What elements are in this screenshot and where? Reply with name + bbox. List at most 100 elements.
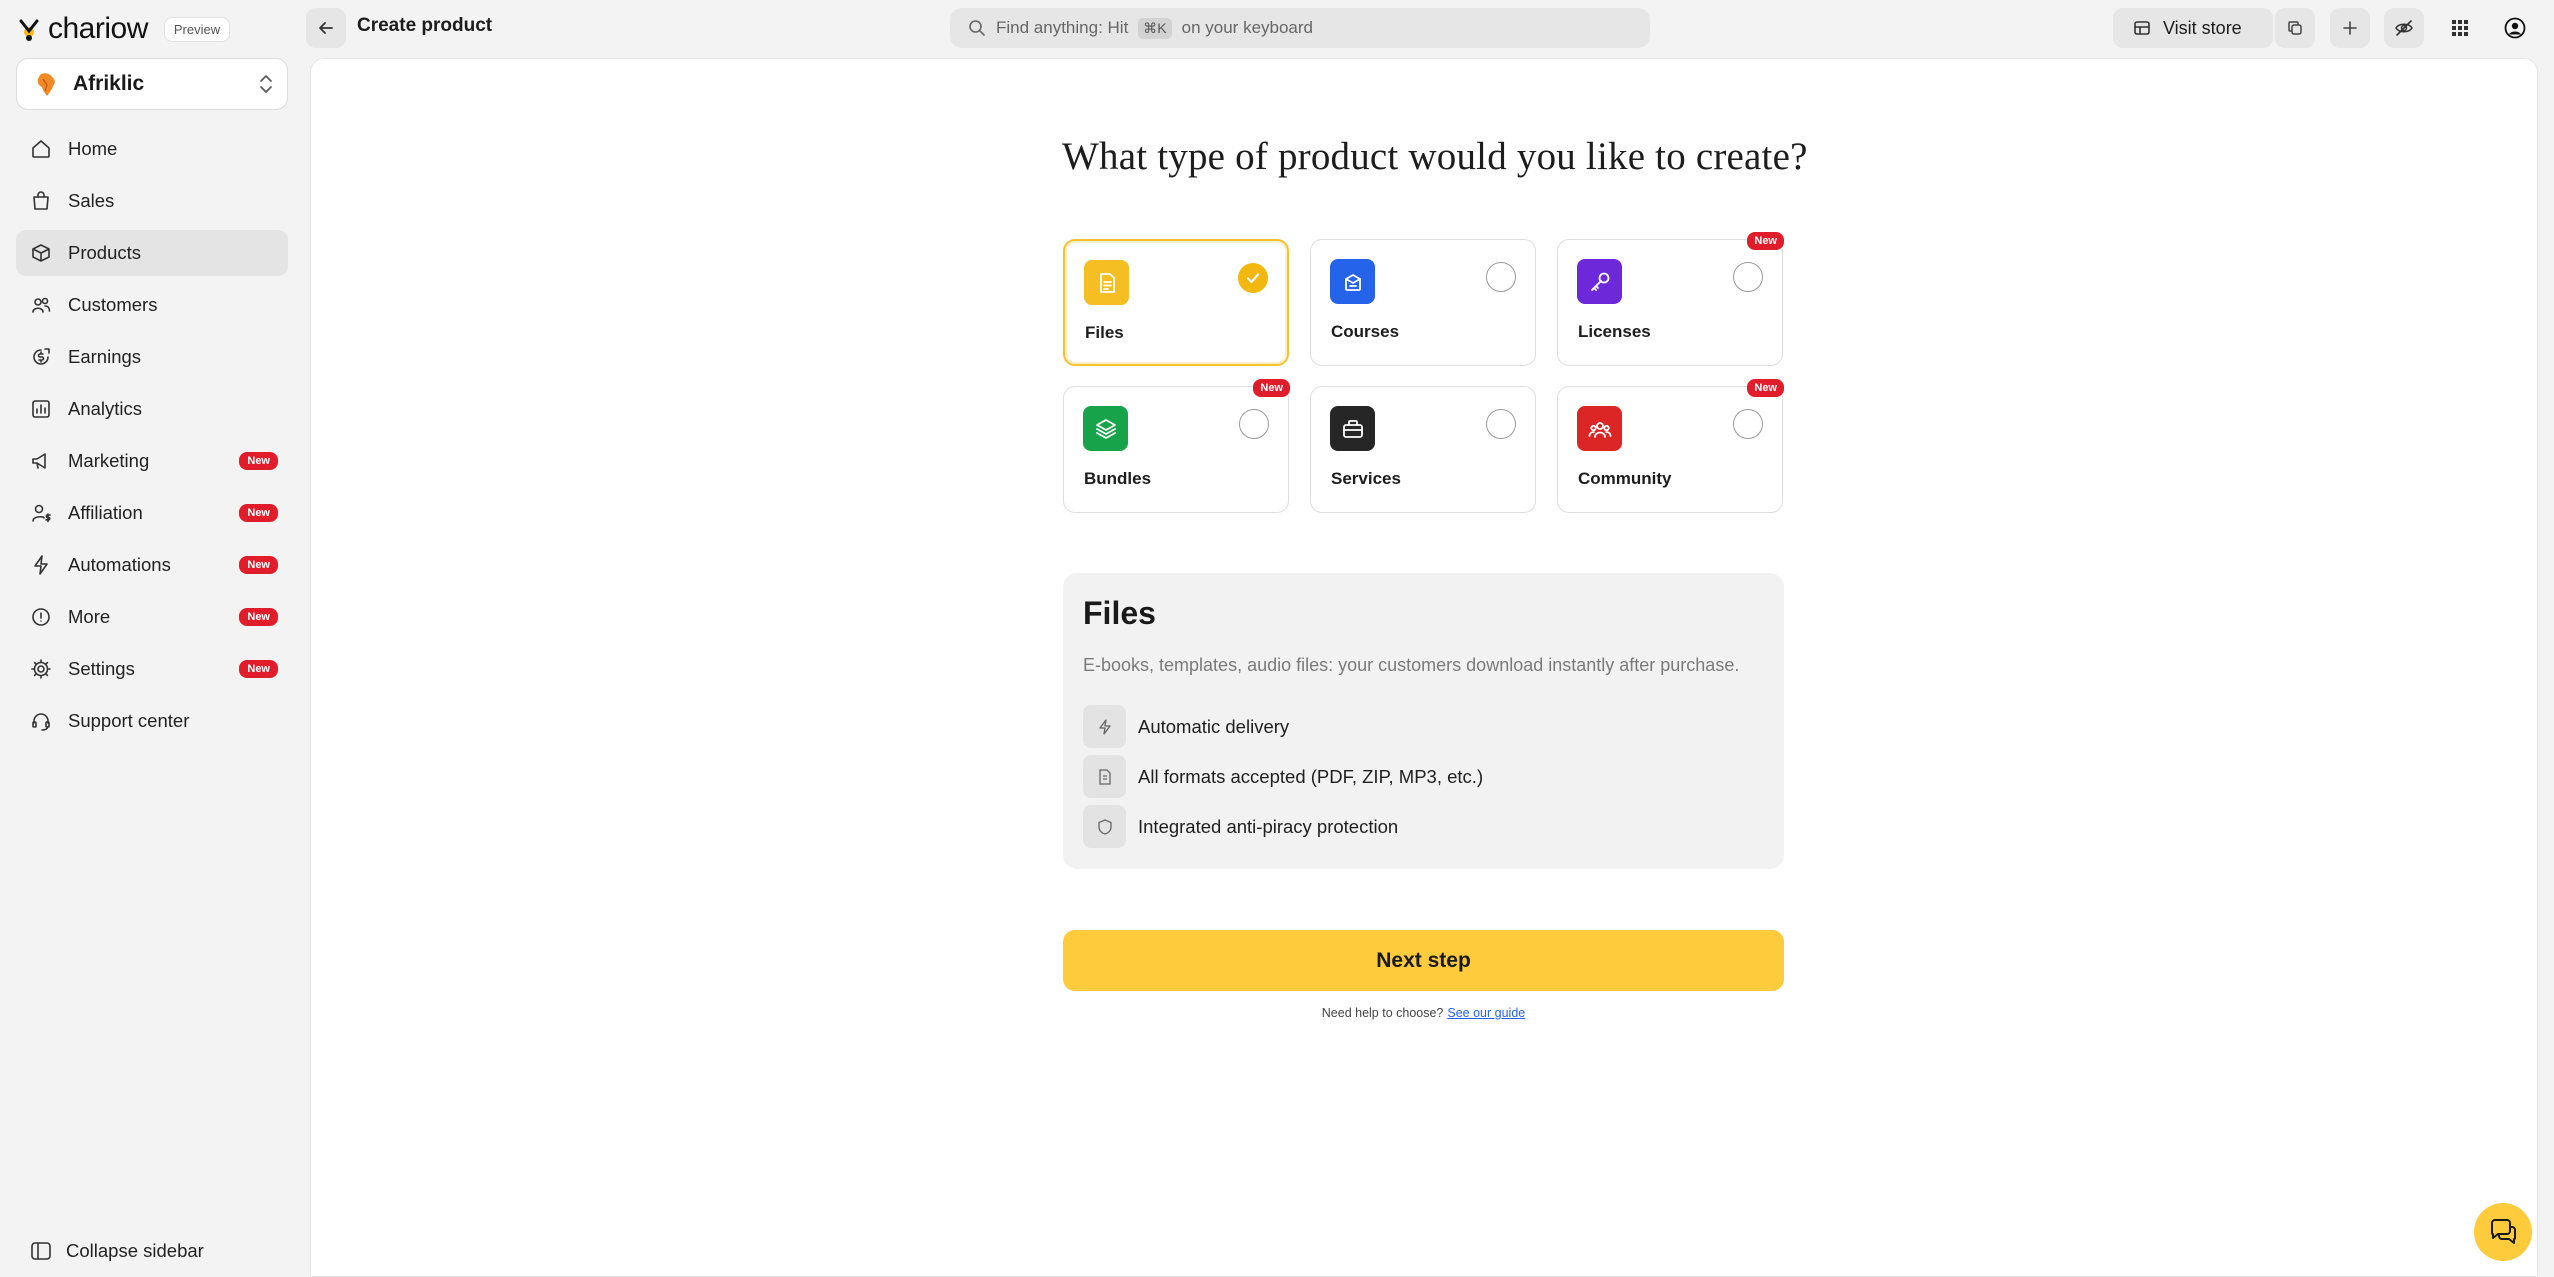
search-shortcut: ⌘K: [1138, 17, 1172, 39]
feature-label: All formats accepted (PDF, ZIP, MP3, etc…: [1138, 765, 1484, 787]
sidebar-item-label: Customers: [68, 294, 158, 315]
sidebar-item-label: Earnings: [68, 346, 142, 367]
chat-support-button[interactable]: [2474, 1203, 2532, 1261]
product-type-label: Courses: [1331, 322, 1400, 341]
add-button[interactable]: [2330, 8, 2370, 48]
new-badge: New: [239, 504, 278, 522]
sidebar-item-label: More: [68, 606, 111, 627]
gear-icon: [31, 659, 51, 679]
product-type-label: Licenses: [1578, 322, 1651, 341]
radio-unchecked[interactable]: [1733, 262, 1763, 292]
radio-unchecked[interactable]: [1239, 409, 1269, 439]
sidebar-item-label: Home: [68, 138, 118, 159]
product-type-label: Services: [1331, 469, 1401, 488]
grid-icon: [2452, 20, 2468, 36]
sidebar-item-label: Sales: [68, 190, 115, 211]
page-question-title: What type of product would you like to c…: [1062, 135, 1808, 178]
product-type-services[interactable]: Services: [1310, 386, 1536, 513]
top-bar: chariow Preview Create product Find anyt…: [0, 0, 2554, 56]
key-icon: [1577, 259, 1622, 304]
next-step-button[interactable]: Next step: [1063, 930, 1784, 991]
radio-unchecked[interactable]: [1486, 262, 1516, 292]
sidebar-item-sales[interactable]: Sales: [16, 178, 288, 224]
sidebar-item-label: Support center: [68, 710, 190, 731]
back-button[interactable]: [306, 8, 346, 48]
shield-icon: [1083, 805, 1126, 848]
guide-link[interactable]: See our guide: [1447, 1006, 1525, 1020]
feature-item: Integrated anti-piracy protection: [1083, 805, 1398, 848]
sidebar-item-label: Affiliation: [68, 502, 143, 523]
search-placeholder-prefix: Find anything: Hit: [996, 18, 1129, 37]
product-type-bundles[interactable]: Bundles New: [1063, 379, 1290, 513]
feature-label: Integrated anti-piracy protection: [1138, 815, 1399, 837]
file-icon: [1084, 260, 1129, 305]
chariow-logo-icon: [18, 17, 40, 41]
user-avatar-icon: [2504, 17, 2526, 39]
new-badge: New: [239, 556, 278, 574]
feature-item: All formats accepted (PDF, ZIP, MP3, etc…: [1083, 755, 1483, 798]
sidebar-item-more[interactable]: More New: [16, 594, 288, 640]
product-type-courses[interactable]: Courses: [1310, 239, 1536, 366]
sidebar-item-label: Settings: [68, 658, 135, 679]
collapse-sidebar-label: Collapse sidebar: [66, 1240, 204, 1261]
product-type-details: Files E-books, templates, audio files: y…: [1063, 573, 1784, 869]
sidebar-item-earnings[interactable]: Earnings: [16, 334, 288, 380]
sidebar-item-settings[interactable]: Settings New: [16, 646, 288, 692]
product-type-label: Community: [1578, 469, 1672, 488]
sidebar-item-label: Marketing: [68, 450, 150, 471]
more-icon: [32, 608, 50, 626]
community-icon: [1577, 406, 1622, 451]
sidebar-item-customers[interactable]: Customers: [16, 282, 288, 328]
eye-off-icon: [2395, 20, 2413, 36]
product-type-label: Files: [1085, 323, 1124, 342]
feature-item: Automatic delivery: [1083, 705, 1289, 748]
sidebar-item-label: Automations: [68, 554, 171, 575]
details-description: E-books, templates, audio files: your cu…: [1083, 655, 1740, 675]
profile-button[interactable]: [2495, 8, 2535, 48]
copy-button[interactable]: [2275, 8, 2315, 48]
visit-store-button[interactable]: Visit store: [2113, 8, 2273, 48]
collapse-sidebar-button[interactable]: Collapse sidebar: [30, 1240, 204, 1262]
sidebar-item-analytics[interactable]: Analytics: [16, 386, 288, 432]
new-badge: New: [1747, 232, 1784, 250]
search-input[interactable]: Find anything: Hit ⌘K on your keyboard: [950, 8, 1650, 48]
new-badge: New: [239, 452, 278, 470]
chevron-updown-icon: [257, 73, 275, 100]
copy-icon: [2288, 21, 2302, 35]
details-title: Files: [1083, 595, 1156, 631]
plus-icon: [2343, 21, 2357, 35]
radio-unchecked[interactable]: [1733, 409, 1763, 439]
home-icon: [32, 140, 50, 158]
new-badge: New: [239, 608, 278, 626]
product-type-licenses[interactable]: Licenses New: [1557, 232, 1784, 366]
sidebar-item-label: Analytics: [68, 398, 143, 419]
arrow-left-icon: [319, 22, 333, 34]
brand-logo[interactable]: chariow Preview: [18, 12, 231, 46]
sidebar-item-home[interactable]: Home: [16, 126, 288, 172]
radio-checked[interactable]: [1238, 263, 1268, 293]
chart-icon: [32, 400, 50, 418]
chat-icon: [2491, 1219, 2516, 1244]
lightning-icon: [34, 555, 48, 575]
box-icon: [32, 244, 50, 262]
sidebar-item-affiliation[interactable]: Affiliation New: [16, 490, 288, 536]
product-type-files[interactable]: Files: [1063, 239, 1289, 366]
search-placeholder-suffix: on your keyboard: [1181, 18, 1314, 37]
sidebar-item-support-center[interactable]: Support center: [16, 698, 288, 744]
visibility-toggle[interactable]: [2384, 8, 2424, 48]
sidebar-item-marketing[interactable]: Marketing New: [16, 438, 288, 484]
workspace-logo: [31, 69, 61, 99]
workspace-switcher[interactable]: Afriklic: [16, 58, 288, 110]
radio-unchecked[interactable]: [1486, 409, 1516, 439]
help-text: Need help to choose? See our guide: [1063, 1006, 1784, 1020]
store-icon: [2134, 21, 2150, 35]
product-type-community[interactable]: Community New: [1557, 379, 1784, 513]
apps-button[interactable]: [2440, 8, 2480, 48]
sidebar-item-automations[interactable]: Automations New: [16, 542, 288, 588]
sidebar-item-products[interactable]: Products: [16, 230, 288, 276]
new-badge: New: [1253, 379, 1290, 397]
shopping-bag-icon: [33, 191, 49, 210]
megaphone-icon: [32, 453, 46, 469]
sidebar-item-label: Products: [68, 242, 142, 263]
lightning-icon: [1083, 705, 1126, 748]
